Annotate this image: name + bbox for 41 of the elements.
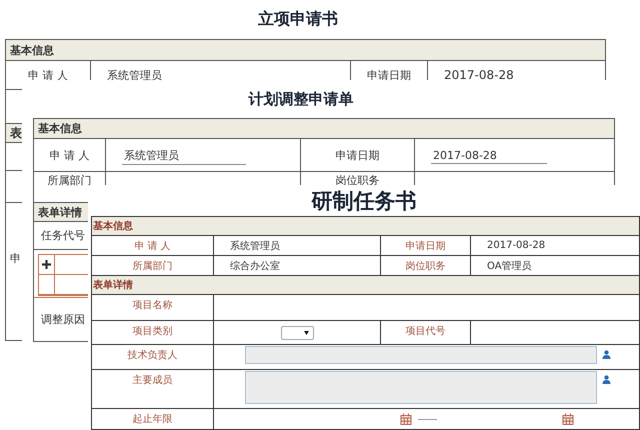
form-title: 立项申请书 xyxy=(258,9,338,30)
field-label: 申请日期 xyxy=(367,68,411,82)
field-value: 系统管理员 xyxy=(122,146,246,164)
input-field[interactable] xyxy=(245,346,597,364)
field-label: 申 请 人 xyxy=(134,240,171,253)
field-label: 项目代号 xyxy=(406,325,446,338)
field-label: 申请日期 xyxy=(336,148,380,162)
field-label: 项目类别 xyxy=(132,324,172,338)
field-label: 申 xyxy=(10,251,21,266)
plus-icon[interactable] xyxy=(42,260,51,269)
field-label: 调整原因 xyxy=(41,312,85,327)
field-label: 申 请 人 xyxy=(28,68,68,82)
field-value: 2017-08-28 xyxy=(444,68,514,82)
field-label: 任务代号 xyxy=(41,228,85,243)
field-label: 起止年限 xyxy=(132,412,172,426)
calendar-icon[interactable] xyxy=(400,413,412,425)
section-header: 基本信息 xyxy=(92,217,639,236)
form-title: 计划调整申请单 xyxy=(248,90,354,108)
field-label: 申 请 人 xyxy=(50,148,90,162)
field-label: 岗位职务 xyxy=(406,260,446,273)
field-value: OA管理员 xyxy=(487,260,532,272)
field-value: 系统管理员 xyxy=(107,68,162,82)
section-header: 基本信息 xyxy=(34,119,614,139)
field-value: 2017-08-28 xyxy=(431,146,547,164)
field-label: 岗位职务 xyxy=(336,173,380,188)
caret-icon xyxy=(304,330,309,334)
field-label: 申请日期 xyxy=(406,240,446,253)
field-value: 系统管理员 xyxy=(230,240,280,252)
person-icon[interactable] xyxy=(602,350,611,359)
field-label: 项目名称 xyxy=(132,299,172,312)
field-value: 2017-08-28 xyxy=(487,240,546,251)
field-label: 所属部门 xyxy=(48,173,92,188)
section-header: 基本信息 xyxy=(6,40,605,61)
field-label: 技术负责人 xyxy=(128,348,178,362)
field-value: 综合办公室 xyxy=(230,260,280,272)
section-header: 表单详情 xyxy=(92,276,639,295)
dropdown[interactable] xyxy=(281,326,314,340)
field-label: 所属部门 xyxy=(132,260,172,273)
person-icon[interactable] xyxy=(602,375,611,384)
field-label: 主要成员 xyxy=(132,374,172,387)
calendar-icon[interactable] xyxy=(562,413,574,425)
